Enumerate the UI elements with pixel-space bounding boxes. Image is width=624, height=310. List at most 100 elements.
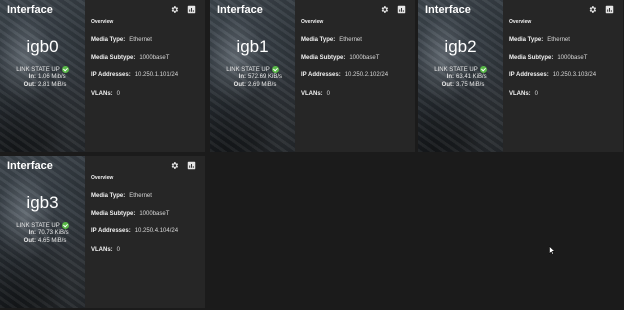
- traffic-in: In: 70.73 KiB/s: [0, 230, 85, 236]
- chart-icon[interactable]: [187, 5, 196, 14]
- ip-addresses-label: IP Addresses:: [509, 72, 549, 78]
- media-type-row: Media Type: Ethernet: [509, 37, 570, 43]
- gear-icon[interactable]: [170, 5, 179, 14]
- link-state: LINK STATE UP: [0, 66, 85, 73]
- traffic-out-label: Out:: [233, 82, 246, 88]
- ip-addresses-value: 10.250.1.101/24: [134, 72, 179, 78]
- media-subtype-row: Media Subtype: 1000baseT: [91, 211, 169, 217]
- traffic-out-value: 4.65 MiB/s: [38, 238, 67, 244]
- link-state-label: LINK STATE UP: [226, 66, 270, 73]
- check-circle-icon: [479, 66, 487, 73]
- check-circle-icon: [271, 66, 279, 73]
- ip-addresses-row: IP Addresses: 10.250.2.102/24: [301, 72, 388, 78]
- traffic-in-label: In:: [28, 230, 36, 236]
- card-title: Interface: [217, 4, 263, 16]
- media-type-row: Media Type: Ethernet: [91, 37, 152, 43]
- card-title: Interface: [7, 160, 53, 172]
- chart-icon[interactable]: [605, 5, 614, 14]
- ip-addresses-row: IP Addresses: 10.250.3.103/24: [509, 72, 596, 78]
- interface-card-igb3: Interface igb3 LINK STATE UP In: 70.73 Ki…: [0, 156, 205, 308]
- card-title: Interface: [7, 4, 53, 16]
- traffic-out: Out: 4.65 MiB/s: [0, 238, 85, 244]
- check-circle-icon: [61, 222, 69, 229]
- traffic-out-value: 2.81 MiB/s: [38, 82, 67, 88]
- link-state: LINK STATE UP: [418, 66, 503, 73]
- media-type-row: Media Type: Ethernet: [91, 193, 152, 199]
- interface-image-panel: Interface igb2 LINK STATE UP In: 63.41 Ki…: [418, 0, 503, 152]
- media-subtype-value: 1000baseT: [349, 55, 380, 61]
- ip-addresses-row: IP Addresses: 10.250.4.104/24: [91, 228, 178, 234]
- media-type-value: Ethernet: [129, 37, 152, 43]
- ip-addresses-label: IP Addresses:: [301, 72, 341, 78]
- traffic-in-label: In:: [238, 74, 246, 80]
- traffic-out-label: Out:: [23, 82, 36, 88]
- vlans-value: 0: [534, 91, 539, 97]
- chart-icon[interactable]: [397, 5, 406, 14]
- traffic-in-value: 63.41 KiB/s: [456, 74, 487, 80]
- interface-name: igb1: [236, 37, 269, 56]
- ip-addresses-value: 10.250.4.104/24: [134, 228, 179, 234]
- traffic-in: In: 572.69 KiB/s: [210, 74, 295, 80]
- overview-heading: Overview: [509, 19, 532, 25]
- media-subtype-label: Media Subtype:: [301, 55, 346, 61]
- overview-panel: Overview Media Type: Ethernet Media Subty…: [301, 0, 415, 152]
- vlans-label: VLANs:: [91, 91, 113, 97]
- ip-addresses-value: 10.250.2.102/24: [344, 72, 389, 78]
- traffic-out-label: Out:: [441, 82, 454, 88]
- media-type-value: Ethernet: [547, 37, 570, 43]
- traffic-in-value: 572.69 KiB/s: [248, 74, 283, 80]
- overview-heading: Overview: [91, 175, 114, 181]
- vlans-row: VLANs: 0: [509, 91, 538, 97]
- vlans-row: VLANs: 0: [91, 91, 120, 97]
- vlans-row: VLANs: 0: [301, 91, 330, 97]
- media-type-label: Media Type:: [91, 193, 126, 199]
- ip-addresses-label: IP Addresses:: [91, 228, 131, 234]
- interface-name: igb2: [444, 37, 477, 56]
- media-subtype-value: 1000baseT: [139, 55, 170, 61]
- ip-addresses-row: IP Addresses: 10.250.1.101/24: [91, 72, 178, 78]
- media-subtype-row: Media Subtype: 1000baseT: [301, 55, 379, 61]
- overview-panel: Overview Media Type: Ethernet Media Subty…: [91, 156, 205, 308]
- card-actions: [588, 5, 614, 14]
- card-actions: [170, 161, 196, 170]
- vlans-value: 0: [326, 91, 331, 97]
- gear-icon[interactable]: [588, 5, 597, 14]
- overview-heading: Overview: [91, 19, 114, 25]
- link-state-label: LINK STATE UP: [16, 66, 60, 73]
- vlans-label: VLANs:: [91, 247, 113, 253]
- media-type-label: Media Type:: [91, 37, 126, 43]
- interface-card-igb0: Interface igb0 LINK STATE UP In: 1.06 Mib…: [0, 0, 205, 152]
- media-type-row: Media Type: Ethernet: [301, 37, 362, 43]
- traffic-in-value: 1.06 Mib/s: [38, 74, 66, 80]
- media-subtype-row: Media Subtype: 1000baseT: [509, 55, 587, 61]
- media-type-value: Ethernet: [129, 193, 152, 199]
- traffic-in-label: In:: [446, 74, 454, 80]
- interface-name: igb0: [26, 37, 59, 56]
- traffic-in: In: 1.06 Mib/s: [0, 74, 85, 80]
- media-subtype-label: Media Subtype:: [91, 211, 136, 217]
- vlans-label: VLANs:: [301, 91, 323, 97]
- link-state-label: LINK STATE UP: [434, 66, 478, 73]
- vlans-row: VLANs: 0: [91, 247, 120, 253]
- gear-icon[interactable]: [170, 161, 179, 170]
- media-subtype-row: Media Subtype: 1000baseT: [91, 55, 169, 61]
- overview-heading: Overview: [301, 19, 324, 25]
- gear-icon[interactable]: [380, 5, 389, 14]
- media-subtype-value: 1000baseT: [139, 211, 170, 217]
- media-subtype-value: 1000baseT: [557, 55, 588, 61]
- traffic-out: Out: 3.75 MiB/s: [418, 82, 503, 88]
- interface-card-igb2: Interface igb2 LINK STATE UP In: 63.41 Ki…: [418, 0, 623, 152]
- traffic-out-label: Out:: [23, 238, 36, 244]
- interface-image-panel: Interface igb3 LINK STATE UP In: 70.73 Ki…: [0, 156, 85, 308]
- interface-card-igb1: Interface igb1 LINK STATE UP In: 572.69 K…: [210, 0, 415, 152]
- interface-image-panel: Interface igb0 LINK STATE UP In: 1.06 Mib…: [0, 0, 85, 152]
- traffic-out: Out: 2.69 MiB/s: [210, 82, 295, 88]
- media-type-label: Media Type:: [301, 37, 336, 43]
- media-subtype-label: Media Subtype:: [509, 55, 554, 61]
- card-actions: [170, 5, 196, 14]
- chart-icon[interactable]: [187, 161, 196, 170]
- media-type-label: Media Type:: [509, 37, 544, 43]
- ip-addresses-label: IP Addresses:: [91, 72, 131, 78]
- ip-addresses-value: 10.250.3.103/24: [552, 72, 597, 78]
- traffic-out-value: 3.75 MiB/s: [456, 82, 485, 88]
